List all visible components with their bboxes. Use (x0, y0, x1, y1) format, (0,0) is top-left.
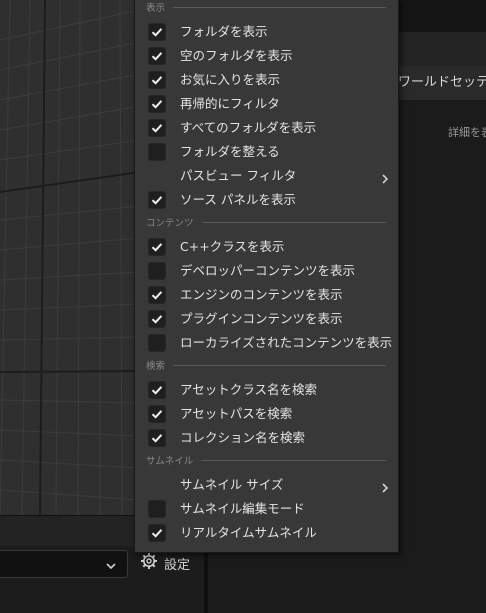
viewport-grid (0, 0, 140, 515)
menu-item-show-engine-content[interactable]: エンジンのコンテンツを表示 (135, 283, 398, 307)
content-browser-dropdown[interactable] (0, 550, 128, 578)
menu-item-label: フォルダを表示 (180, 24, 268, 39)
view-options-menu: 表示 フォルダを表示 空のフォルダを表示 お気に入りを表示 再帰的にフィルタ す… (134, 0, 399, 553)
chevron-down-icon (105, 557, 117, 576)
checkbox[interactable] (148, 71, 166, 89)
section-title: 表示 (146, 3, 166, 14)
section-divider (173, 6, 386, 8)
menu-item-recursive-filter[interactable]: 再帰的にフィルタ (135, 92, 398, 116)
menu-item-show-all-folders[interactable]: すべてのフォルダを表示 (135, 116, 398, 140)
menu-item-label: ローカライズされたコンテンツを表示 (180, 335, 393, 350)
checkmark-icon (151, 196, 163, 205)
checkbox[interactable] (148, 286, 166, 304)
menu-item-label: フォルダを整える (180, 144, 280, 159)
menu-item-label: リアルタイムサムネイル (180, 525, 317, 540)
checkbox[interactable] (148, 143, 166, 161)
menu-item-label: アセットクラス名を検索 (180, 382, 318, 397)
menu-item-show-source-panel[interactable]: ソース パネルを表示 (135, 188, 398, 212)
section-header-content: コンテンツ (146, 215, 386, 229)
menu-item-show-folders[interactable]: フォルダを表示 (135, 20, 398, 44)
world-settings-tab[interactable]: ワールドセッティ (394, 66, 486, 100)
checkbox[interactable] (148, 191, 166, 209)
chevron-right-icon (380, 479, 390, 498)
chevron-right-icon (380, 170, 390, 189)
checkmark-icon (151, 434, 163, 443)
checkbox[interactable] (148, 262, 166, 280)
menu-item-label: サムネイル サイズ (180, 477, 284, 492)
checkmark-icon (151, 28, 163, 37)
menu-item-search-asset-class-names[interactable]: アセットクラス名を検索 (135, 378, 398, 402)
checkmark-icon (151, 386, 163, 395)
menu-item-label: デベロッパーコンテンツを表示 (180, 263, 356, 278)
section-header-display: 表示 (146, 0, 386, 14)
menu-item-label: コレクション名を検索 (180, 430, 306, 445)
section-title: 検索 (146, 361, 166, 372)
menu-item-label: 再帰的にフィルタ (180, 96, 280, 111)
gear-icon (140, 552, 158, 574)
checkmark-icon (151, 124, 163, 133)
menu-item-show-cpp-classes[interactable]: C++クラスを表示 (135, 235, 398, 259)
checkbox[interactable] (148, 334, 166, 352)
menu-item-label: プラグインコンテンツを表示 (180, 311, 343, 326)
menu-item-label: すべてのフォルダを表示 (180, 120, 317, 135)
menu-item-label: エンジンのコンテンツを表示 (180, 287, 343, 302)
menu-item-label: サムネイル編集モード (180, 501, 305, 516)
menu-item-show-localized-content[interactable]: ローカライズされたコンテンツを表示 (135, 331, 398, 355)
menu-item-thumbnail-edit-mode[interactable]: サムネイル編集モード (135, 497, 398, 521)
menu-item-realtime-thumbnails[interactable]: リアルタイムサムネイル (135, 521, 398, 545)
menu-item-label: アセットパスを検索 (180, 406, 293, 421)
menu-item-search-asset-paths[interactable]: アセットパスを検索 (135, 402, 398, 426)
checkmark-icon (151, 291, 163, 300)
level-viewport[interactable] (0, 0, 140, 515)
menu-item-show-favorites[interactable]: お気に入りを表示 (135, 68, 398, 92)
checkbox[interactable] (148, 23, 166, 41)
section-title: コンテンツ (146, 218, 194, 229)
menu-item-path-view-filter[interactable]: パスビュー フィルタ (135, 164, 398, 188)
section-divider (173, 364, 386, 366)
checkbox[interactable] (148, 500, 166, 518)
menu-item-label: お気に入りを表示 (180, 72, 281, 87)
checkbox[interactable] (148, 310, 166, 328)
menu-item-search-collection-names[interactable]: コレクション名を検索 (135, 426, 398, 450)
checkbox[interactable] (148, 47, 166, 65)
settings-button[interactable]: 設定 (140, 551, 190, 575)
section-divider (201, 221, 386, 223)
menu-item-show-developer-content[interactable]: デベロッパーコンテンツを表示 (135, 259, 398, 283)
checkbox[interactable] (148, 119, 166, 137)
section-title: サムネイル (146, 456, 194, 467)
checkmark-icon (151, 410, 163, 419)
checkbox[interactable] (148, 405, 166, 423)
section-header-thumbnails: サムネイル (146, 453, 386, 467)
menu-item-show-plugin-content[interactable]: プラグインコンテンツを表示 (135, 307, 398, 331)
menu-item-thumbnail-size[interactable]: サムネイル サイズ (135, 473, 398, 497)
checkbox[interactable] (148, 238, 166, 256)
checkmark-icon (151, 243, 163, 252)
checkbox[interactable] (148, 429, 166, 447)
menu-item-label: パスビュー フィルタ (180, 168, 297, 183)
menu-item-label: ソース パネルを表示 (180, 192, 296, 207)
details-placeholder-text: 詳細を表 (448, 126, 486, 139)
checkbox[interactable] (148, 95, 166, 113)
checkmark-icon (151, 315, 163, 324)
checkbox[interactable] (148, 524, 166, 542)
section-header-search: 検索 (146, 358, 386, 372)
menu-item-show-empty-folders[interactable]: 空のフォルダを表示 (135, 44, 398, 68)
checkmark-icon (151, 529, 163, 538)
checkbox[interactable] (148, 381, 166, 399)
checkmark-icon (151, 100, 163, 109)
section-divider (201, 459, 386, 461)
menu-item-label: C++クラスを表示 (180, 239, 285, 254)
menu-item-label: 空のフォルダを表示 (180, 48, 293, 63)
checkmark-icon (151, 52, 163, 61)
menu-item-organize-folders[interactable]: フォルダを整える (135, 140, 398, 164)
checkmark-icon (151, 76, 163, 85)
settings-label: 設定 (164, 557, 191, 573)
